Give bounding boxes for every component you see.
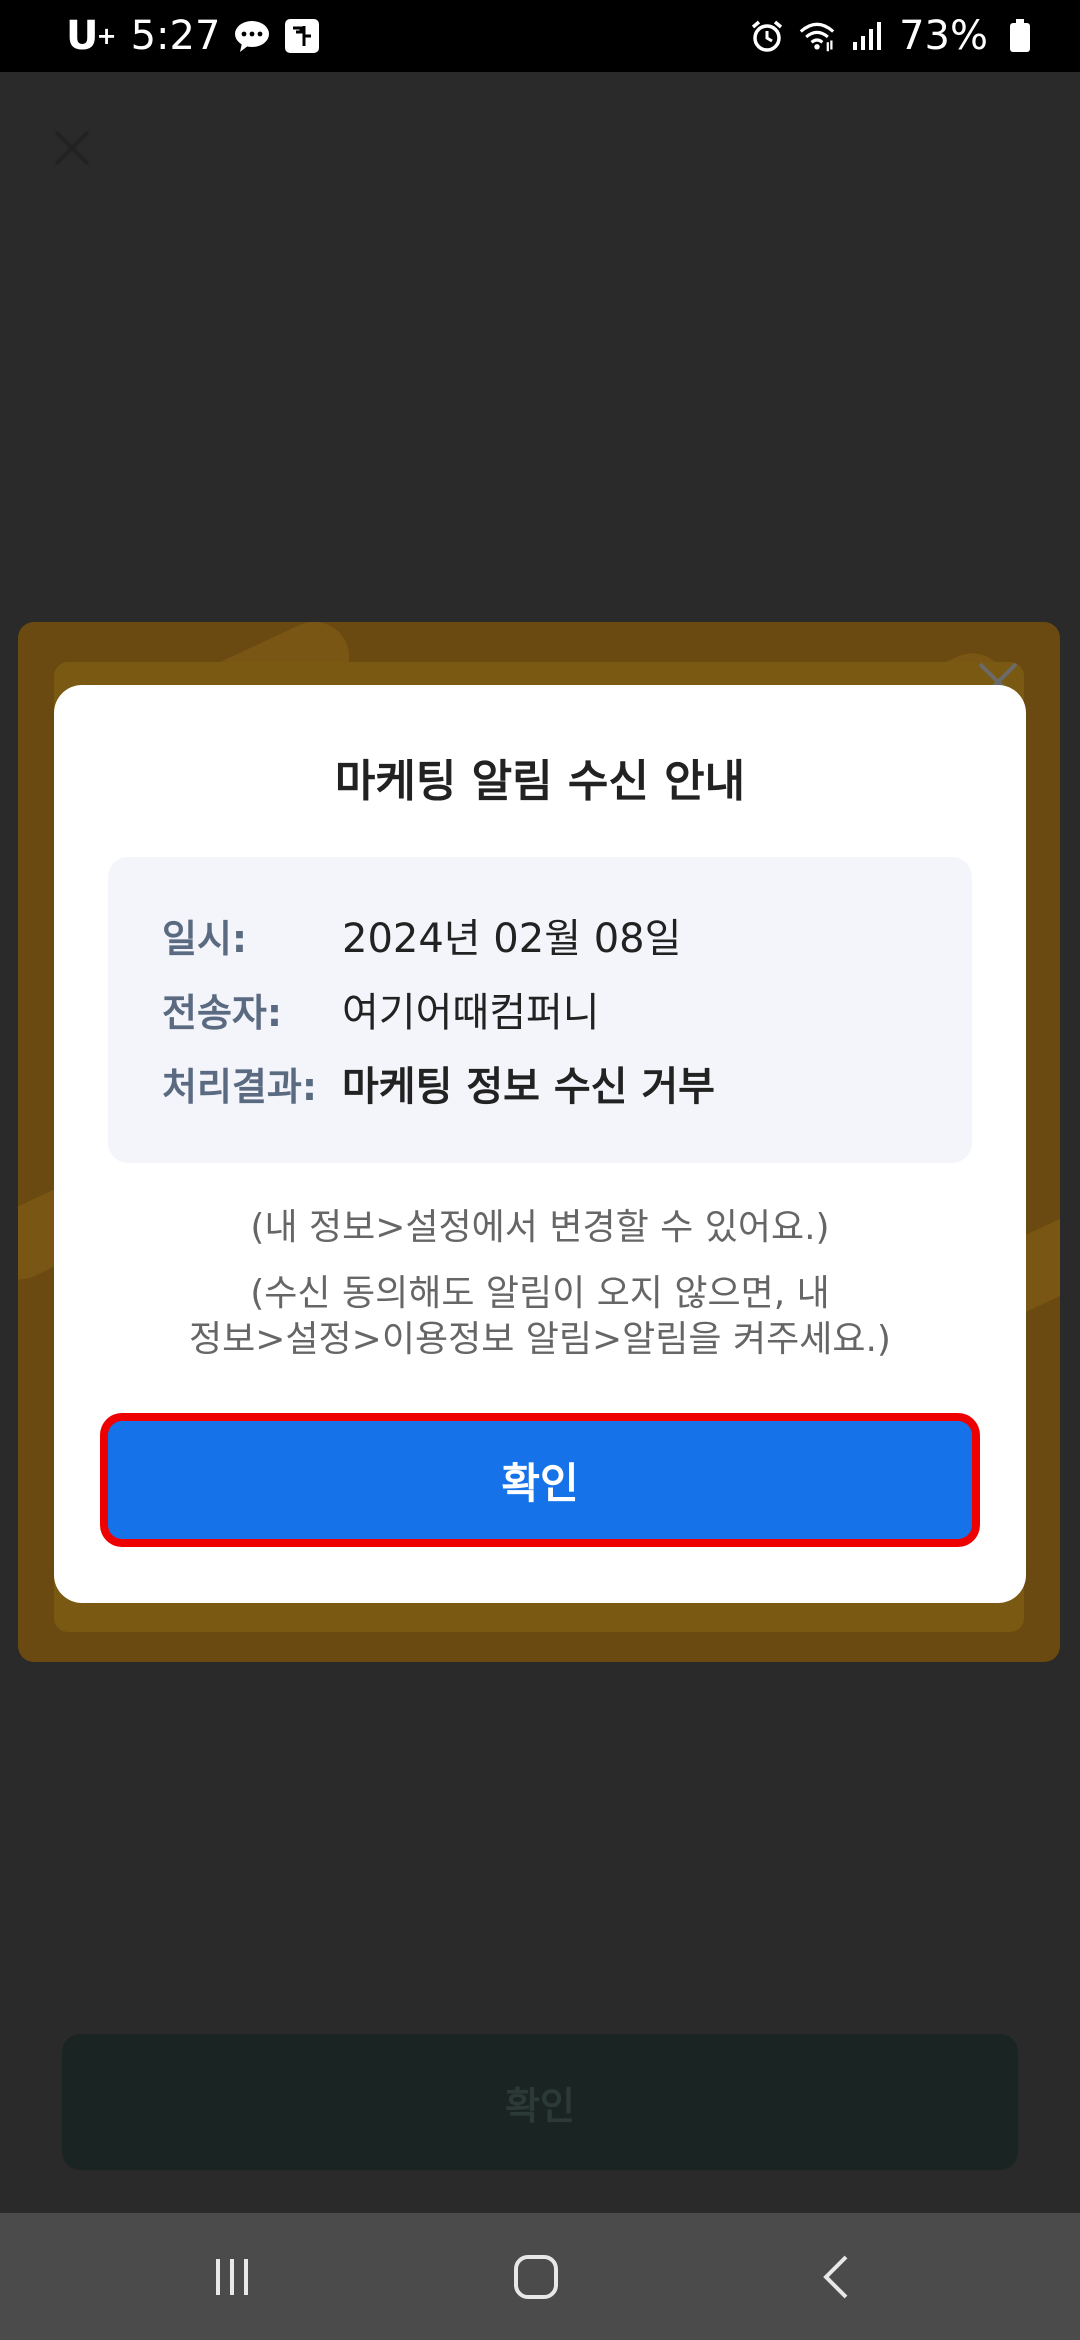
wifi-icon (799, 18, 835, 54)
result-value: 마케팅 정보 수신 거부 (342, 1064, 715, 1110)
app-notification-icon (284, 18, 320, 54)
marketing-notice-dialog: 마케팅 알림 수신 안내 일시: 2024년 02월 08일 전송자: 여기어때… (54, 685, 1026, 1603)
notification-note-line2: 정보>설정>이용정보 알림>알림을 켜주세요.) (189, 1319, 891, 1360)
navigation-bar (0, 2213, 1080, 2340)
carrier-name: U (66, 13, 99, 59)
battery-icon (1002, 18, 1038, 54)
dialog-title: 마케팅 알림 수신 안내 (334, 756, 746, 807)
battery-percent: 73% (899, 13, 988, 59)
recent-apps-icon[interactable] (200, 2245, 264, 2309)
chat-notification-icon (234, 18, 270, 54)
confirm-button[interactable]: 확인 (108, 1421, 972, 1539)
settings-note: (내 정보>설정에서 변경할 수 있어요.) (250, 1207, 830, 1248)
clock: 5:27 (130, 13, 221, 59)
date-label: 일시: (162, 916, 248, 961)
background-confirm-button: 확인 (62, 2034, 1018, 2170)
carrier-label: U+ (66, 14, 117, 58)
sender-label: 전송자: (162, 990, 283, 1035)
sender-value: 여기어때컴퍼니 (342, 990, 600, 1036)
carrier-plus: + (96, 22, 117, 50)
status-bar: U+ 5:27 73% (0, 0, 1080, 72)
info-row-date: 일시: 2024년 02월 08일 (162, 907, 681, 963)
date-value: 2024년 02월 08일 (342, 916, 682, 962)
info-row-result: 처리결과: 마케팅 정보 수신 거부 (162, 1055, 715, 1111)
notification-note-line1: (수신 동의해도 알림이 오지 않으면, 내 (250, 1273, 830, 1314)
background-close-icon (52, 128, 92, 168)
back-icon[interactable] (806, 2245, 870, 2309)
status-right: 73% (749, 14, 1038, 58)
alarm-icon (749, 18, 785, 54)
info-box: 일시: 2024년 02월 08일 전송자: 여기어때컴퍼니 처리결과: 마케팅… (108, 857, 972, 1163)
info-row-sender: 전송자: 여기어때컴퍼니 (162, 981, 600, 1037)
result-label: 처리결과: (162, 1064, 318, 1109)
signal-icon (849, 18, 885, 54)
home-icon[interactable] (504, 2245, 568, 2309)
status-left: U+ 5:27 (66, 14, 320, 58)
